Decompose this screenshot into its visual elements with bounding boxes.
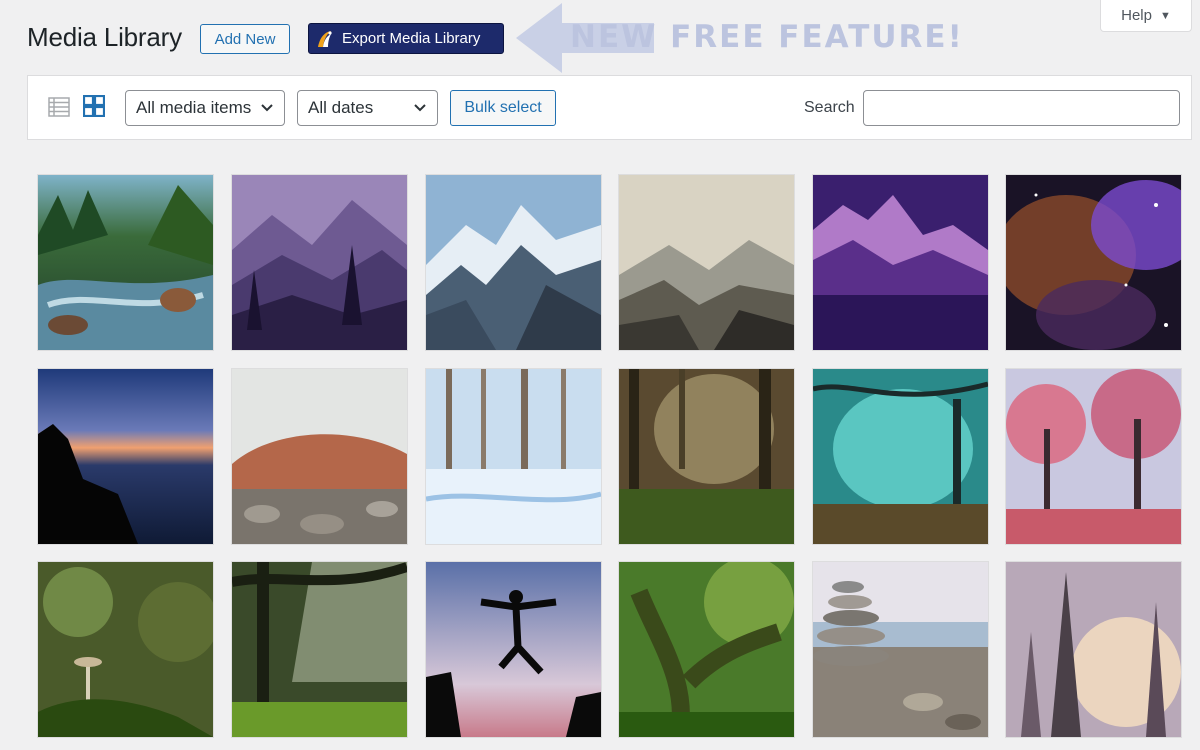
media-item-snowy-peaks[interactable]: [426, 175, 601, 350]
media-item-coast-sunset[interactable]: [38, 369, 213, 544]
media-item-misty-valley[interactable]: [619, 175, 794, 350]
chevron-down-icon: [414, 104, 426, 112]
media-item-stone-stack[interactable]: [813, 562, 988, 737]
thumbnail-image: [619, 175, 794, 350]
media-item-mushroom[interactable]: [38, 562, 213, 737]
help-label: Help: [1121, 7, 1152, 24]
bulk-select-button[interactable]: Bulk select: [450, 90, 556, 126]
export-logo-icon: [318, 30, 332, 47]
media-item-purple-mountain[interactable]: [813, 175, 988, 350]
help-tab[interactable]: Help ▼: [1100, 0, 1192, 32]
thumbnail-image: [38, 369, 213, 544]
thumbnail-image: [426, 562, 601, 737]
thumbnail-image: [426, 175, 601, 350]
media-item-sunrise-pines[interactable]: [1006, 562, 1181, 737]
thumbnail-image: [1006, 175, 1181, 350]
grid-view-icon[interactable]: [83, 95, 105, 117]
thumbnail-image: [1006, 562, 1181, 737]
export-media-library-button[interactable]: Export Media Library: [308, 23, 504, 54]
media-item-mossy-tree[interactable]: [619, 562, 794, 737]
media-toolbar: All media items All dates Bulk select Se…: [27, 75, 1192, 140]
promo-text: NEW FREE FEATURE!: [570, 19, 964, 55]
thumbnail-image: [38, 175, 213, 350]
thumbnail-image: [38, 562, 213, 737]
media-item-red-rock[interactable]: [232, 369, 407, 544]
export-label: Export Media Library: [342, 30, 481, 47]
media-item-jumper[interactable]: [426, 562, 601, 737]
thumbnail-image: [232, 175, 407, 350]
media-item-pink-trees[interactable]: [1006, 369, 1181, 544]
search-label: Search: [804, 99, 855, 116]
thumbnail-image: [426, 369, 601, 544]
media-item-nebula[interactable]: [1006, 175, 1181, 350]
media-item-river[interactable]: [38, 175, 213, 350]
media-item-magic-forest[interactable]: [813, 369, 988, 544]
thumbnail-image: [619, 369, 794, 544]
media-type-filter[interactable]: All media items: [125, 90, 285, 126]
caret-down-icon: ▼: [1159, 9, 1171, 22]
media-item-forest-path[interactable]: [619, 369, 794, 544]
thumbnail-image: [232, 369, 407, 544]
thumbnail-image: [232, 562, 407, 737]
list-view-icon[interactable]: [48, 96, 70, 118]
media-item-snowy-forest[interactable]: [426, 369, 601, 544]
chevron-down-icon: [261, 104, 273, 112]
media-type-filter-value: All media items: [136, 98, 252, 117]
thumbnail-image: [813, 175, 988, 350]
thumbnail-image: [813, 562, 988, 737]
media-item-purple-hills[interactable]: [232, 175, 407, 350]
thumbnail-image: [1006, 369, 1181, 544]
media-item-sunbeams[interactable]: [232, 562, 407, 737]
add-new-button[interactable]: Add New: [200, 24, 290, 54]
date-filter[interactable]: All dates: [297, 90, 438, 126]
thumbnail-image: [619, 562, 794, 737]
thumbnail-image: [813, 369, 988, 544]
search-input[interactable]: [863, 90, 1180, 126]
page-title: Media Library: [27, 22, 182, 52]
date-filter-value: All dates: [308, 98, 374, 117]
